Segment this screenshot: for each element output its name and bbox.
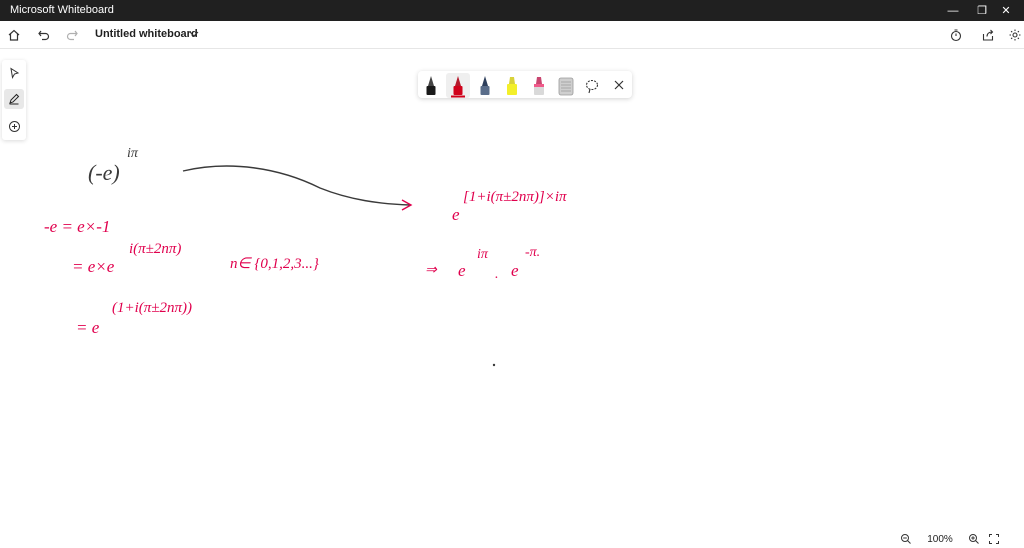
ink-set-def: n∈ {0,1,2,3...} [230, 256, 319, 272]
ink-rhs-exp: [1+i(π±2nπ)]×iπ [463, 189, 567, 205]
ink-implies: ⇒ [425, 263, 438, 278]
ink-rhs-base: e [452, 205, 460, 224]
home-button[interactable] [5, 26, 23, 44]
ink-rhs2-a-exp: iπ [477, 247, 489, 262]
ink-dot: . [495, 267, 499, 282]
ink-black-expression: (-e) iπ [88, 146, 139, 185]
ink-rhs2-b: e [511, 261, 519, 280]
fit-screen-icon [989, 534, 999, 544]
zoom-in-icon [969, 534, 979, 544]
undo-icon [38, 30, 50, 41]
share-button[interactable] [979, 26, 997, 44]
ink-arrow-line [182, 165, 411, 206]
redo-icon [66, 30, 78, 41]
chevron-down-icon[interactable] [188, 27, 200, 41]
zoom-out-icon [901, 534, 911, 544]
ink-red-work: -e = e×-1 = e×e i(π±2nπ) n∈ {0,1,2,3...}… [44, 189, 567, 337]
ink-stray-dot [492, 363, 496, 367]
fit-to-screen-button[interactable] [984, 530, 1004, 548]
top-toolbar: Untitled whiteboard [0, 21, 1024, 49]
timer-icon [950, 29, 962, 42]
undo-button[interactable] [35, 26, 53, 44]
ink-line1: -e = e×-1 [44, 217, 110, 236]
ink-line3-exp: (1+i(π±2nπ)) [112, 300, 192, 316]
close-window-button[interactable]: ✕ [983, 0, 1024, 21]
zoom-level: 100% [927, 533, 953, 545]
document-title[interactable]: Untitled whiteboard [95, 28, 198, 40]
title-bar: Microsoft Whiteboard — ❐ ✕ [0, 0, 1024, 21]
app-title: Microsoft Whiteboard [10, 4, 114, 16]
ink-rhs2-b-exp: -π. [525, 245, 540, 260]
zoom-out-button[interactable] [896, 530, 916, 548]
minimize-icon: — [947, 4, 959, 17]
ink-line2: = e×e [72, 257, 115, 276]
ink-expr-exp: iπ [127, 146, 139, 161]
share-icon [982, 29, 994, 41]
home-icon [8, 29, 20, 41]
ink-expr-base: (-e) [88, 160, 120, 185]
gear-icon [1009, 29, 1021, 41]
ink-line3: = e [76, 318, 100, 337]
settings-button[interactable] [1006, 26, 1024, 44]
zoom-controls: 100% [896, 530, 1024, 548]
redo-button[interactable] [63, 26, 81, 44]
ink-rhs2-a: e [458, 261, 466, 280]
close-icon: ✕ [1001, 5, 1011, 17]
ink-line2-exp: i(π±2nπ) [129, 241, 181, 257]
zoom-in-button[interactable] [964, 530, 984, 548]
timer-button[interactable] [947, 26, 965, 44]
whiteboard-canvas[interactable]: (-e) iπ -e = e×-1 = e×e i(π±2nπ) n∈ {0,1… [0, 48, 1024, 528]
